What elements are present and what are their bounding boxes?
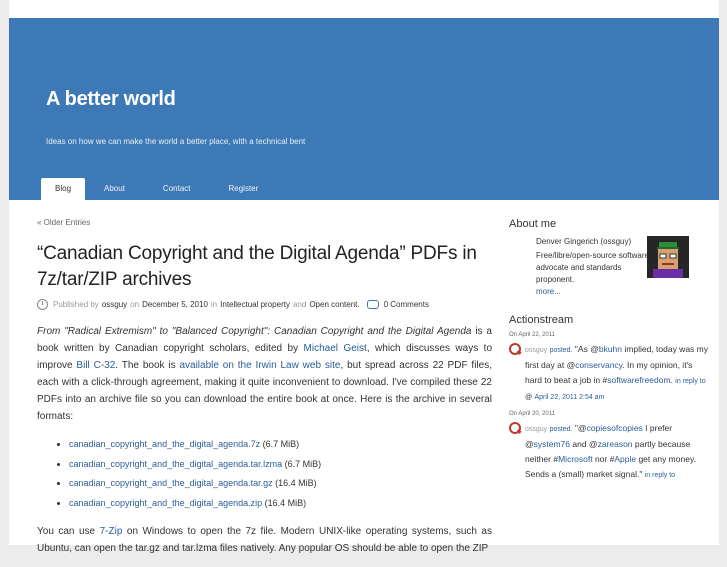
7zip-link[interactable]: 7-Zip [100,526,123,537]
avatar-illustration [647,236,689,278]
in-label: in [210,300,218,309]
actionstream-text: ossguy posted. "@copiesofcopies I prefer… [525,421,709,483]
post-author: ossguy [101,300,128,309]
main-content: « Older Entries “Canadian Copyright and … [37,210,492,567]
file-link-tar-lzma[interactable]: canadian_copyright_and_the_digital_agend… [69,459,282,469]
category-link-intellectual-property[interactable]: Intellectual property [220,300,290,309]
identica-icon [509,422,522,434]
file-size: (16.4 MiB) [272,478,317,488]
text-span: You can use [37,526,100,537]
archive-file-list: canadian_copyright_and_the_digital_agend… [37,435,492,513]
text-span: nor # [592,454,615,464]
identica-icon [509,343,522,355]
post-paragraph-2: You can use 7-Zip on Windows to open the… [37,523,492,557]
actionstream-user: ossguy [525,426,548,433]
published-by-label: Published by [53,300,99,309]
timestamp-link[interactable]: April 22, 2011 2:54 am [534,394,604,401]
post-paragraph-1: From "Radical Extremism" to "Balanced Co… [37,323,492,425]
text-span: . [670,375,673,385]
hashtag-link[interactable]: Apple [614,454,636,464]
about-me-title: About me [509,218,557,230]
older-entries-link[interactable]: « Older Entries [37,218,90,227]
main-nav: Blog About Contact Register [41,178,277,200]
about-more-link[interactable]: more... [536,287,561,296]
mention-link[interactable]: system76 [534,439,570,449]
text-span: "As @ [574,344,599,354]
on-label: on [130,300,140,309]
file-size: (6.7 MiB) [260,439,300,449]
site-description: Ideas on how we can make the world a bet… [46,137,306,146]
actionstream-date: On April 22, 2011 [509,332,555,338]
nav-item-contact[interactable]: Contact [144,178,210,200]
file-link-tar-gz[interactable]: canadian_copyright_and_the_digital_agend… [69,478,273,488]
author-bio: Free/libre/open-source software advocate… [536,251,649,284]
actionstream-date: On April 20, 2011 [509,411,555,417]
comment-bubble-icon [366,300,379,309]
list-item: canadian_copyright_and_the_digital_agend… [69,455,492,475]
site-header: A better world Ideas on how we can make … [9,18,719,200]
list-item: canadian_copyright_and_the_digital_agend… [69,435,492,455]
sidebar: About me Denver Gingerich (ossguy) Free/… [509,210,709,489]
file-link-zip[interactable]: canadian_copyright_and_the_digital_agend… [69,498,262,508]
list-item: canadian_copyright_and_the_digital_agend… [69,474,492,494]
in-reply-to-link[interactable]: in reply to [675,378,705,385]
post-meta: Published by ossguy on December 5, 2010 … [37,299,492,310]
mention-link[interactable]: conservancy [575,360,622,370]
clock-icon [37,299,48,310]
older-entries: « Older Entries [37,218,492,227]
hashtag-link[interactable]: Microsoft [558,454,592,464]
and-label: and [292,300,307,309]
post-date: December 5, 2010 [142,300,208,309]
author-name: Denver Gingerich (ossguy) [536,237,632,246]
about-me-widget: Denver Gingerich (ossguy) Free/libre/ope… [509,234,709,306]
bill-c32-link[interactable]: Bill C-32 [76,360,115,371]
actionstream-user: ossguy [525,347,548,354]
text-span: @ [525,394,533,401]
actionstream-item: ossguy posted. "@copiesofcopies I prefer… [509,421,709,483]
posted-link[interactable]: posted. [550,347,573,354]
mention-link[interactable]: copiesofcopies [587,423,643,433]
hashtag-link[interactable]: softwarefreedom [607,375,670,385]
site-title[interactable]: A better world [46,88,176,111]
mention-link[interactable]: bkuhn [599,344,622,354]
actionstream-text: ossguy posted. "As @bkuhn implied, today… [525,342,709,405]
nav-item-about[interactable]: About [85,178,144,200]
comments-link[interactable]: 0 Comments [384,300,429,309]
text-span: . The book is [115,360,180,371]
meta-period: . [357,300,360,309]
avatar [647,236,689,278]
mention-link[interactable]: zareason [598,439,633,449]
file-link-7z[interactable]: canadian_copyright_and_the_digital_agend… [69,439,260,449]
text-span: "@ [574,423,587,433]
in-reply-to-link[interactable]: in reply to [645,472,675,479]
irwin-law-link[interactable]: available on the Irwin Law web site [179,360,340,371]
category-link-open-content[interactable]: Open content [309,300,357,309]
posted-link[interactable]: posted. [550,426,573,433]
nav-item-register[interactable]: Register [210,178,278,200]
post-title[interactable]: “Canadian Copyright and the Digital Agen… [37,241,492,293]
actionstream-title: Actionstream [509,314,574,326]
nav-item-blog[interactable]: Blog [41,178,86,200]
page: A better world Ideas on how we can make … [9,0,719,554]
file-size: (16.4 MiB) [262,497,307,508]
text-span: and @ [570,439,598,449]
post-body: From "Radical Extremism" to "Balanced Co… [37,323,492,557]
actionstream-item: ossguy posted. "As @bkuhn implied, today… [509,342,709,405]
file-size: (6.7 MiB) [282,458,322,469]
about-text: Denver Gingerich (ossguy) Free/libre/ope… [536,236,656,298]
book-title: From "Radical Extremism" to "Balanced Co… [37,326,472,337]
editor-link[interactable]: Michael Geist [304,343,367,354]
list-item: canadian_copyright_and_the_digital_agend… [69,494,492,514]
